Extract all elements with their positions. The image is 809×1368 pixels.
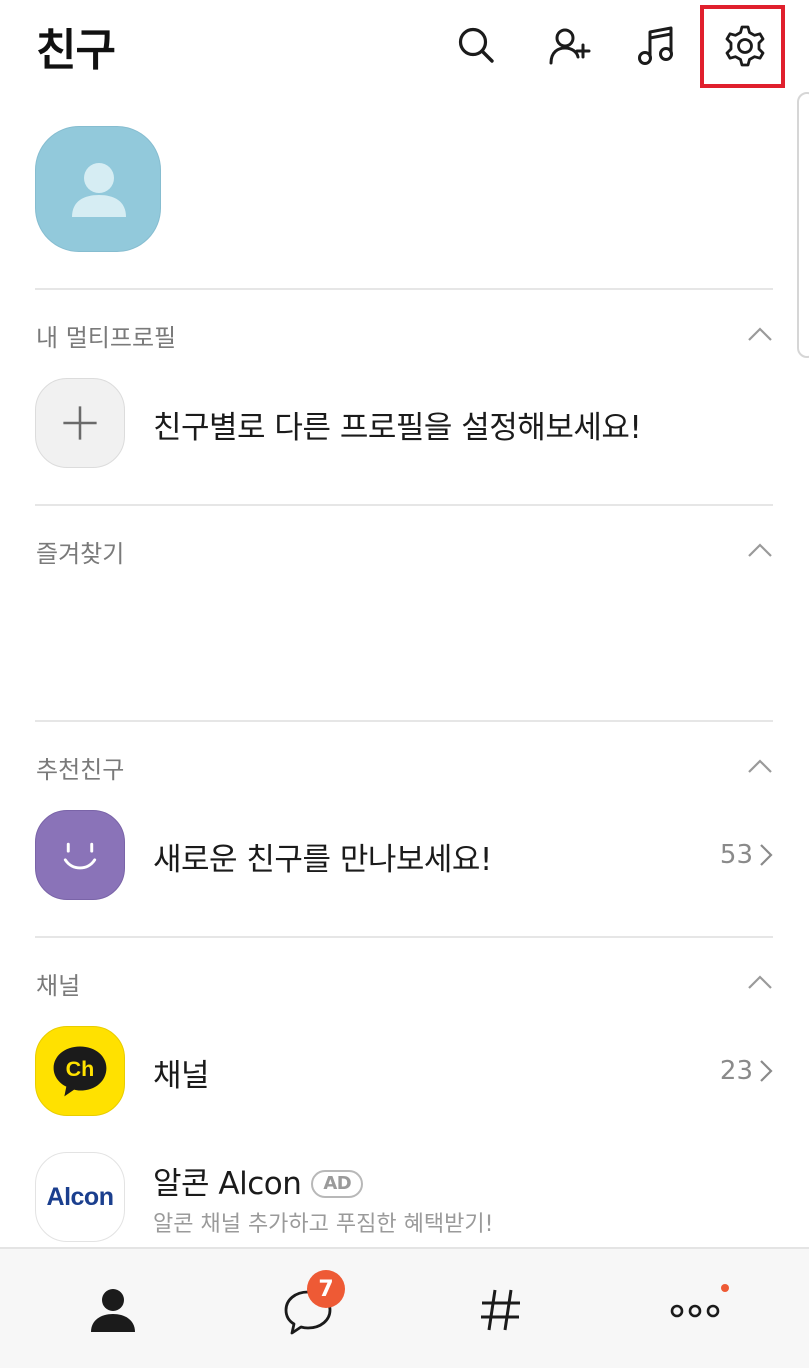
collapse-channel-button[interactable] (744, 970, 776, 994)
top-bar: 친구 (0, 0, 809, 92)
tab-friends[interactable] (12, 1249, 214, 1368)
divider (35, 288, 773, 290)
section-title-channel: 채널 (36, 972, 81, 1000)
alcon-logo[interactable]: Alcon (35, 1152, 125, 1242)
my-profile-avatar[interactable] (35, 126, 161, 252)
multi-profile-prompt[interactable]: 친구별로 다른 프로필을 설정해보세요! (153, 402, 642, 447)
plus-icon (63, 406, 97, 440)
collapse-multi-profile-button[interactable] (744, 322, 776, 346)
chevron-up-icon (748, 759, 772, 773)
chevron-up-icon (748, 327, 772, 341)
chat-unread-badge: 7 (307, 1270, 345, 1308)
bottom-tab-bar (0, 1247, 809, 1368)
tab-view[interactable] (400, 1249, 602, 1368)
search-icon (458, 27, 494, 63)
channel-chat-icon: Ch (53, 1046, 107, 1097)
settings-highlight-box (700, 5, 785, 88)
collapse-recommended-button[interactable] (744, 754, 776, 778)
collapse-favorites-button[interactable] (744, 538, 776, 562)
section-title-multi-profile: 내 멀티프로필 (36, 324, 177, 352)
chevron-right-icon (760, 844, 773, 866)
channel-count-link[interactable]: 23 (720, 1056, 773, 1086)
section-title-favorites: 즐겨찾기 (36, 540, 125, 568)
music-button[interactable] (629, 20, 685, 72)
recommended-friends-avatar[interactable] (35, 810, 125, 900)
channel-logo-text: Ch (66, 1057, 95, 1081)
tab-chats[interactable] (207, 1249, 409, 1368)
divider (35, 720, 773, 722)
new-indicator-dot (721, 1284, 729, 1292)
add-friend-icon (549, 28, 591, 65)
smile-icon (63, 842, 97, 870)
channel-logo[interactable]: Ch (35, 1026, 125, 1116)
scrollbar[interactable] (797, 92, 809, 358)
page-title: 친구 (36, 25, 116, 76)
recommended-friends-label[interactable]: 새로운 친구를 만나보세요! (153, 834, 492, 879)
channel-label[interactable]: 채널 (153, 1050, 210, 1095)
add-multi-profile-button[interactable] (35, 378, 125, 468)
hashtag-icon (481, 1289, 520, 1330)
person-icon (72, 163, 126, 217)
more-icon (670, 1304, 720, 1317)
alcon-name: 알콘 Alcon (153, 1166, 302, 1202)
alcon-ad-subtitle: 알콘 채널 추가하고 푸짐한 혜택받기! (153, 1212, 494, 1237)
section-title-recommended: 추천친구 (36, 756, 125, 784)
chevron-up-icon (748, 543, 772, 557)
music-icon (638, 26, 673, 65)
alcon-logo-text: Alcon (46, 1182, 114, 1211)
add-friend-button[interactable] (541, 20, 597, 72)
chevron-up-icon (748, 975, 772, 989)
ad-badge: AD (311, 1170, 364, 1198)
tab-more[interactable] (594, 1249, 796, 1368)
recommended-count: 53 (719, 840, 753, 870)
recommended-count-link[interactable]: 53 (720, 840, 773, 870)
chevron-right-icon (760, 1060, 773, 1082)
alcon-ad-title[interactable]: 알콘 Alcon AD (153, 1158, 364, 1203)
search-button[interactable] (449, 20, 505, 72)
friends-icon (91, 1288, 135, 1332)
divider (35, 504, 773, 506)
channel-count: 23 (719, 1056, 753, 1086)
divider (35, 936, 773, 938)
